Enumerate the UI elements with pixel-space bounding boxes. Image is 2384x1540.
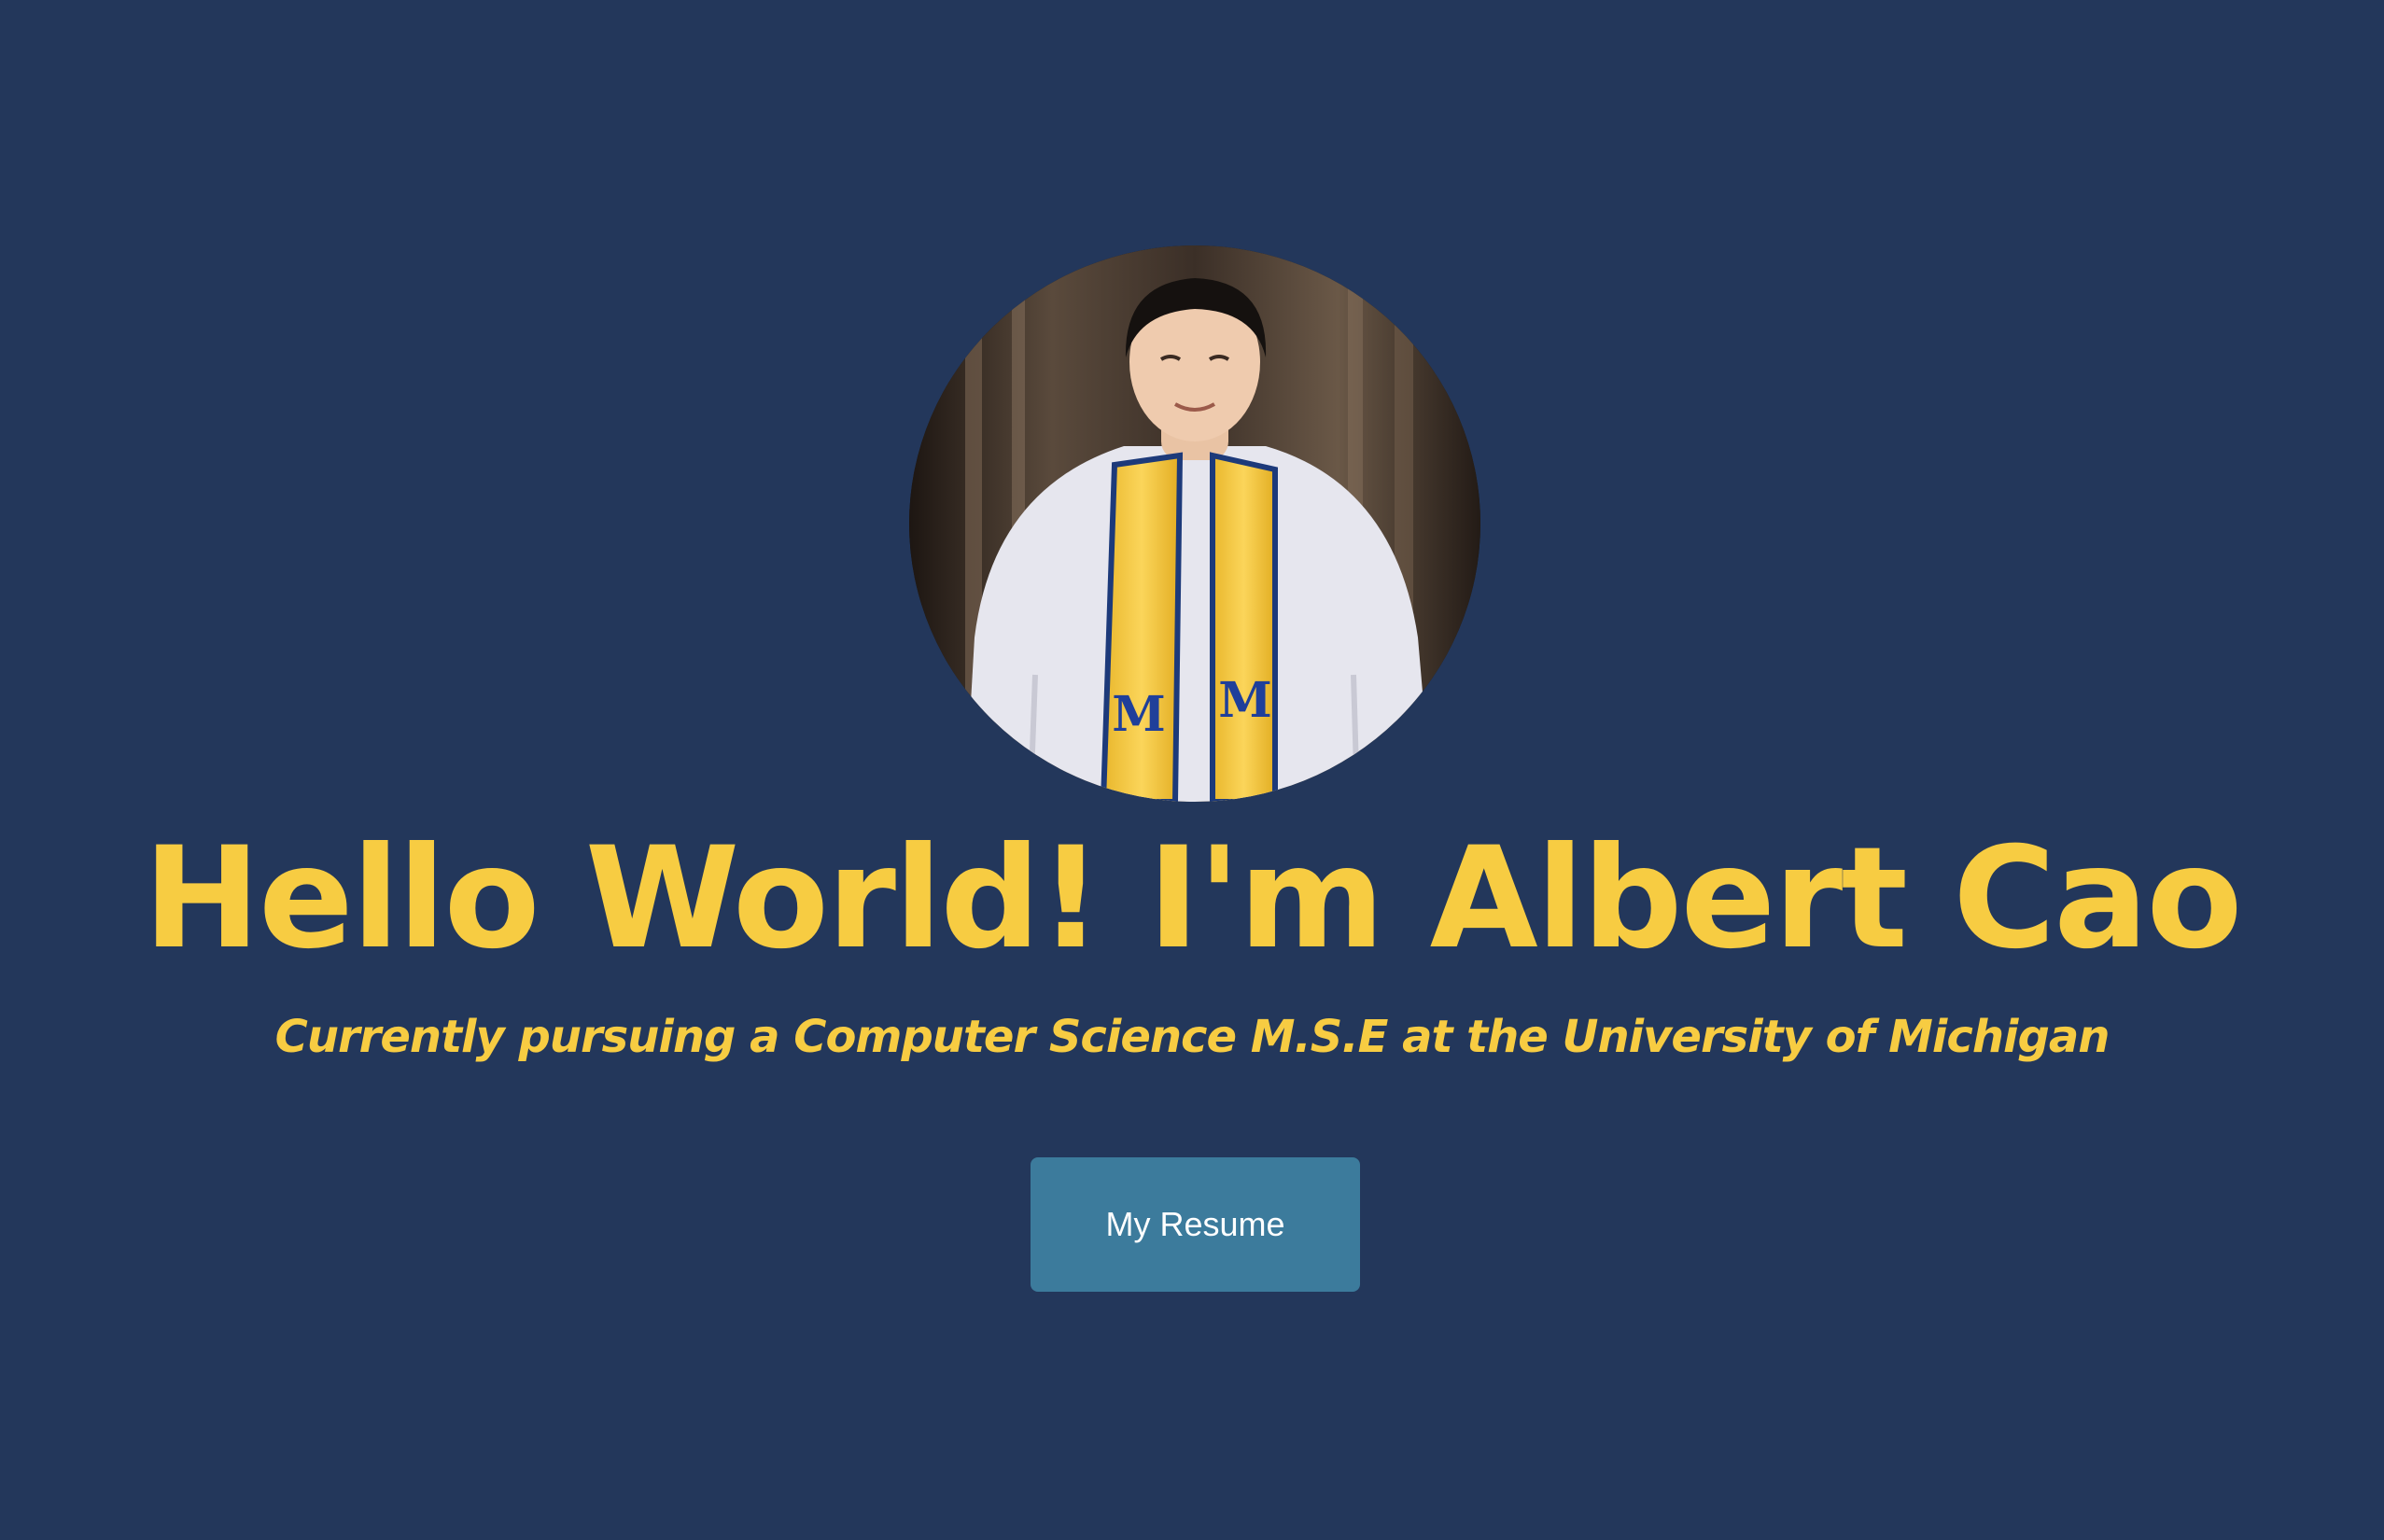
page-title: Hello World! I'm Albert Cao <box>143 818 2242 980</box>
page-subtitle: Currently pursuing a Computer Science M.… <box>274 1011 2111 1063</box>
stole-m-right: M <box>1218 672 1272 729</box>
hero-section: M M Hello World! I'm Albert Cao Currentl… <box>0 0 2384 1540</box>
stole-m-left: M <box>1112 686 1166 743</box>
resume-button[interactable]: My Resume <box>1031 1157 1360 1292</box>
profile-photo: M M <box>909 245 1480 802</box>
graduation-portrait-icon: M M <box>909 245 1480 802</box>
